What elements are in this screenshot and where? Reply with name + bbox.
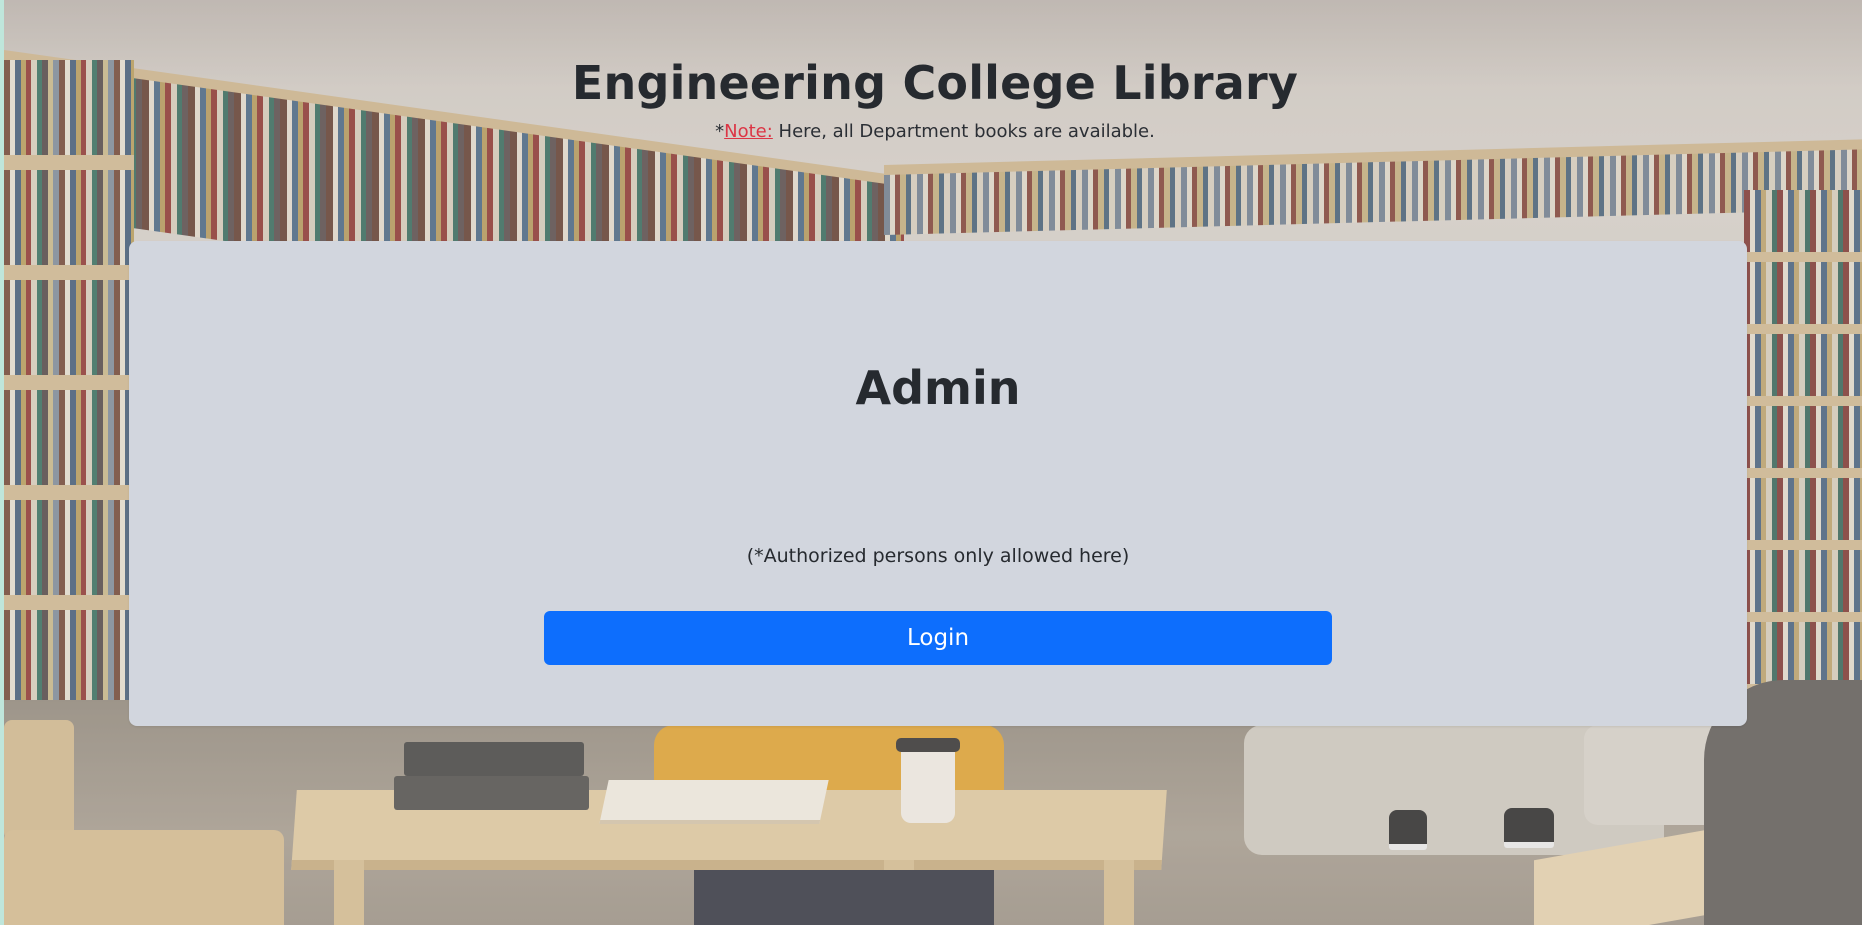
admin-login-card: Admin (*Authorized persons only allowed … bbox=[129, 241, 1747, 726]
note-label: Note: bbox=[724, 121, 773, 143]
site-title: Engineering College Library bbox=[571, 56, 1299, 110]
authorized-notice: (*Authorized persons only allowed here) bbox=[746, 545, 1130, 567]
card-title: Admin bbox=[855, 361, 1021, 415]
note-text: Here, all Department books are available… bbox=[772, 121, 1155, 143]
note-prefix: * bbox=[715, 121, 725, 143]
login-button[interactable]: Login bbox=[544, 611, 1332, 665]
site-header: Engineering College Library *Note: Here,… bbox=[4, 56, 1862, 142]
page: Engineering College Library *Note: Here,… bbox=[0, 0, 1862, 925]
note-line: *Note: Here, all Department books are av… bbox=[4, 121, 1862, 142]
